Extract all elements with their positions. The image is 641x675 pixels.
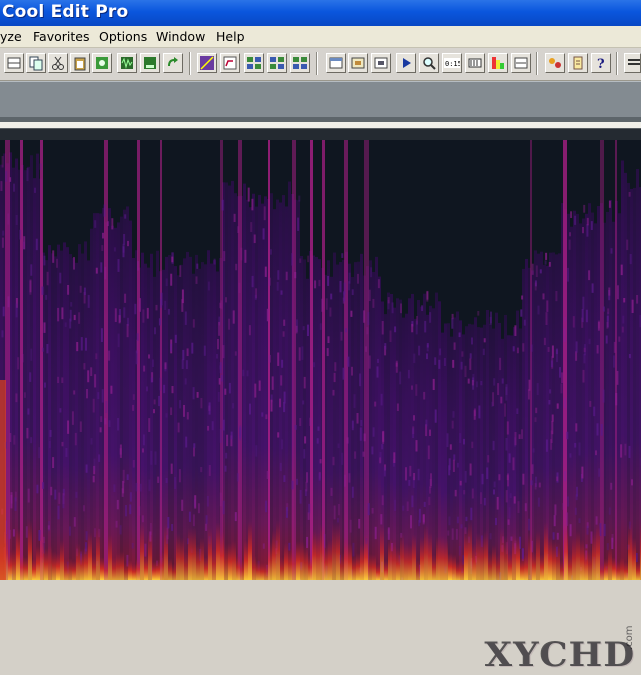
play-icon[interactable] xyxy=(396,53,416,73)
spectral-view[interactable]: XYCHD .com xyxy=(0,140,641,580)
cut-icon[interactable] xyxy=(48,53,68,73)
svg-text:?: ? xyxy=(597,57,605,71)
menu-options[interactable]: Options xyxy=(99,29,147,44)
fade-icon[interactable] xyxy=(220,53,240,73)
watermark-domain: .com xyxy=(624,625,635,650)
menu-analyze[interactable]: yze xyxy=(0,29,22,44)
window-icon-1[interactable] xyxy=(326,53,346,73)
menu-help[interactable]: Help xyxy=(216,29,245,44)
menu-window[interactable]: Window xyxy=(156,29,205,44)
grid-icon-2[interactable] xyxy=(267,53,287,73)
loop-icon[interactable] xyxy=(163,53,183,73)
paste-icon[interactable] xyxy=(70,53,90,73)
overview-panel xyxy=(0,81,641,119)
toolbar-separator xyxy=(536,52,538,75)
time-display-icon[interactable]: 0:15 xyxy=(442,53,462,73)
window-icon-2[interactable] xyxy=(348,53,368,73)
toolbar-separator xyxy=(189,52,191,75)
meter-icon[interactable] xyxy=(465,53,485,73)
scripts-icon[interactable] xyxy=(568,53,588,73)
envelope-icon[interactable] xyxy=(197,53,217,73)
record-icon[interactable] xyxy=(92,53,112,73)
wave-edit-icon[interactable] xyxy=(117,53,137,73)
mix-icon[interactable] xyxy=(140,53,160,73)
title-bar[interactable]: Cool Edit Pro xyxy=(0,0,641,26)
time-display-text: 0:15 xyxy=(445,60,460,68)
menu-favorites[interactable]: Favorites xyxy=(33,29,89,44)
grid-icon-3[interactable] xyxy=(290,53,310,73)
copy-icon[interactable] xyxy=(26,53,46,73)
watermark-logo: XYCHD xyxy=(484,635,635,675)
toolbar: 0:15 ? xyxy=(0,48,641,81)
toolbar-separator xyxy=(316,52,318,75)
multitrack-icon[interactable] xyxy=(4,53,24,73)
window-title: Cool Edit Pro xyxy=(2,2,128,22)
spectrogram-canvas[interactable] xyxy=(0,140,641,580)
level-meters-icon[interactable] xyxy=(488,53,508,73)
toolbar-overflow-icon[interactable] xyxy=(624,53,641,73)
effects-icon[interactable] xyxy=(545,53,565,73)
menu-bar: yze Favorites Options Window Help xyxy=(0,26,641,48)
window-icon-3[interactable] xyxy=(371,53,391,73)
frequency-icon[interactable] xyxy=(511,53,531,73)
zoom-icon[interactable] xyxy=(419,53,439,73)
help-icon[interactable]: ? xyxy=(591,53,611,73)
toolbar-separator xyxy=(616,52,618,75)
grid-icon-1[interactable] xyxy=(244,53,264,73)
